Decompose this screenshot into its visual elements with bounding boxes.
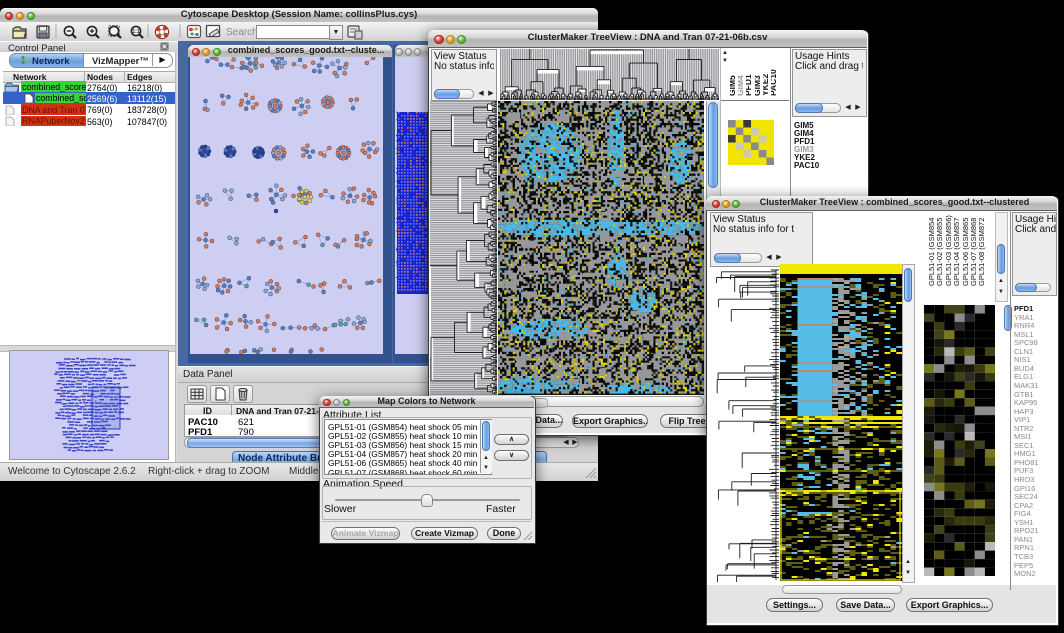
svg-text:PFD1: PFD1 [746, 74, 753, 96]
svg-text:GPL51-02 (GSM855: GPL51-02 (GSM855 [937, 218, 944, 286]
svg-text:GPL51-07 (GSM868: GPL51-07 (GSM868 [971, 218, 978, 286]
svg-text:GPL51-01 (GSM854: GPL51-01 (GSM854 [929, 218, 936, 286]
svg-text:YKE2: YKE2 [763, 74, 770, 96]
svg-text:GIM4: GIM4 [738, 75, 745, 96]
svg-text:GPL51-08 (GSM872: GPL51-08 (GSM872 [979, 218, 986, 286]
svg-text:GIM5: GIM5 [730, 75, 737, 96]
svg-text:GPL51-04 (GSM857: GPL51-04 (GSM857 [954, 218, 961, 286]
svg-text:GPL51-06 (GSM865: GPL51-06 (GSM865 [963, 218, 970, 286]
svg-text:1:1: 1:1 [132, 29, 139, 35]
svg-text:GPL51-03 (GSM856): GPL51-03 (GSM856) [946, 215, 953, 286]
svg-text:PAC10: PAC10 [771, 69, 778, 96]
svg-text:GIM3: GIM3 [755, 75, 762, 96]
